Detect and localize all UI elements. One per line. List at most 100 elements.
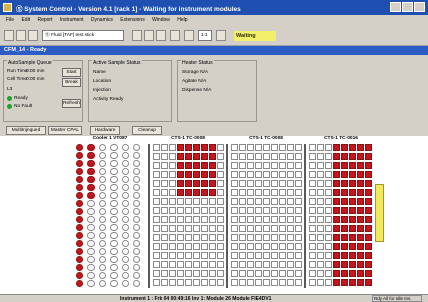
- well-position[interactable]: [209, 180, 216, 187]
- vial-position[interactable]: [133, 184, 141, 192]
- well-position[interactable]: [309, 198, 316, 205]
- vial-position[interactable]: [110, 280, 118, 288]
- well-position[interactable]: [231, 252, 238, 259]
- well-position[interactable]: [255, 180, 262, 187]
- well-position[interactable]: [263, 279, 270, 286]
- well-position[interactable]: [153, 189, 160, 196]
- close-button[interactable]: [414, 2, 425, 12]
- well-position[interactable]: [263, 144, 270, 151]
- well-position[interactable]: [333, 171, 340, 178]
- vial-position[interactable]: [110, 240, 118, 248]
- vial-position[interactable]: [87, 224, 95, 232]
- well-position[interactable]: [185, 279, 192, 286]
- well-position[interactable]: [365, 171, 372, 178]
- well-position[interactable]: [231, 279, 238, 286]
- vial-position[interactable]: [121, 200, 129, 208]
- well-position[interactable]: [333, 189, 340, 196]
- well-position[interactable]: [263, 153, 270, 160]
- vial-position[interactable]: [76, 192, 84, 200]
- well-position[interactable]: [193, 162, 200, 169]
- well-position[interactable]: [161, 243, 168, 250]
- vial-position[interactable]: [87, 168, 95, 176]
- well-position[interactable]: [279, 234, 286, 241]
- well-position[interactable]: [317, 234, 324, 241]
- well-position[interactable]: [295, 162, 302, 169]
- well-position[interactable]: [333, 270, 340, 277]
- well-position[interactable]: [185, 162, 192, 169]
- well-position[interactable]: [239, 261, 246, 268]
- well-position[interactable]: [263, 171, 270, 178]
- well-position[interactable]: [309, 261, 316, 268]
- well-position[interactable]: [325, 198, 332, 205]
- well-position[interactable]: [357, 243, 364, 250]
- save-icon[interactable]: [16, 30, 26, 41]
- well-position[interactable]: [341, 261, 348, 268]
- well-position[interactable]: [309, 270, 316, 277]
- well-position[interactable]: [255, 171, 262, 178]
- well-position[interactable]: [217, 216, 224, 223]
- vial-position[interactable]: [133, 144, 141, 152]
- well-position[interactable]: [247, 189, 254, 196]
- well-position[interactable]: [177, 162, 184, 169]
- well-position[interactable]: [193, 144, 200, 151]
- well-position[interactable]: [231, 198, 238, 205]
- well-position[interactable]: [317, 171, 324, 178]
- well-position[interactable]: [365, 153, 372, 160]
- well-position[interactable]: [279, 171, 286, 178]
- vial-position[interactable]: [76, 160, 84, 168]
- well-position[interactable]: [209, 270, 216, 277]
- well-position[interactable]: [325, 207, 332, 214]
- well-position[interactable]: [239, 216, 246, 223]
- well-position[interactable]: [153, 225, 160, 232]
- well-position[interactable]: [193, 252, 200, 259]
- well-position[interactable]: [231, 180, 238, 187]
- well-position[interactable]: [201, 243, 208, 250]
- vial-position[interactable]: [110, 232, 118, 240]
- well-position[interactable]: [201, 189, 208, 196]
- well-position[interactable]: [317, 180, 324, 187]
- well-position[interactable]: [161, 252, 168, 259]
- vial-position[interactable]: [133, 216, 141, 224]
- settings-icon[interactable]: [184, 30, 194, 41]
- well-position[interactable]: [153, 270, 160, 277]
- vial-position[interactable]: [110, 152, 118, 160]
- well-position[interactable]: [295, 180, 302, 187]
- well-position[interactable]: [169, 234, 176, 241]
- vial-position[interactable]: [76, 208, 84, 216]
- vial-position[interactable]: [87, 208, 95, 216]
- well-position[interactable]: [341, 144, 348, 151]
- well-position[interactable]: [239, 189, 246, 196]
- vial-position[interactable]: [98, 232, 107, 240]
- well-position[interactable]: [325, 225, 332, 232]
- well-position[interactable]: [357, 225, 364, 232]
- well-position[interactable]: [271, 207, 278, 214]
- well-position[interactable]: [153, 144, 160, 151]
- well-position[interactable]: [357, 171, 364, 178]
- well-position[interactable]: [255, 252, 262, 259]
- well-position[interactable]: [169, 189, 176, 196]
- vial-position[interactable]: [76, 200, 84, 208]
- vial-position[interactable]: [98, 248, 107, 256]
- well-position[interactable]: [365, 144, 372, 151]
- well-position[interactable]: [169, 171, 176, 178]
- well-position[interactable]: [365, 252, 372, 259]
- well-position[interactable]: [161, 207, 168, 214]
- well-position[interactable]: [271, 234, 278, 241]
- well-position[interactable]: [333, 198, 340, 205]
- vial-position[interactable]: [98, 224, 107, 232]
- vial-position[interactable]: [87, 256, 95, 264]
- well-position[interactable]: [325, 144, 332, 151]
- well-position[interactable]: [309, 189, 316, 196]
- vial-position[interactable]: [121, 216, 129, 224]
- well-position[interactable]: [271, 243, 278, 250]
- well-position[interactable]: [279, 153, 286, 160]
- well-position[interactable]: [209, 261, 216, 268]
- well-position[interactable]: [231, 234, 238, 241]
- well-position[interactable]: [247, 144, 254, 151]
- well-position[interactable]: [357, 153, 364, 160]
- well-position[interactable]: [231, 153, 238, 160]
- well-position[interactable]: [185, 261, 192, 268]
- minimize-button[interactable]: [390, 2, 401, 12]
- refresh-button[interactable]: Refresh: [62, 99, 81, 108]
- vial-position[interactable]: [87, 280, 95, 288]
